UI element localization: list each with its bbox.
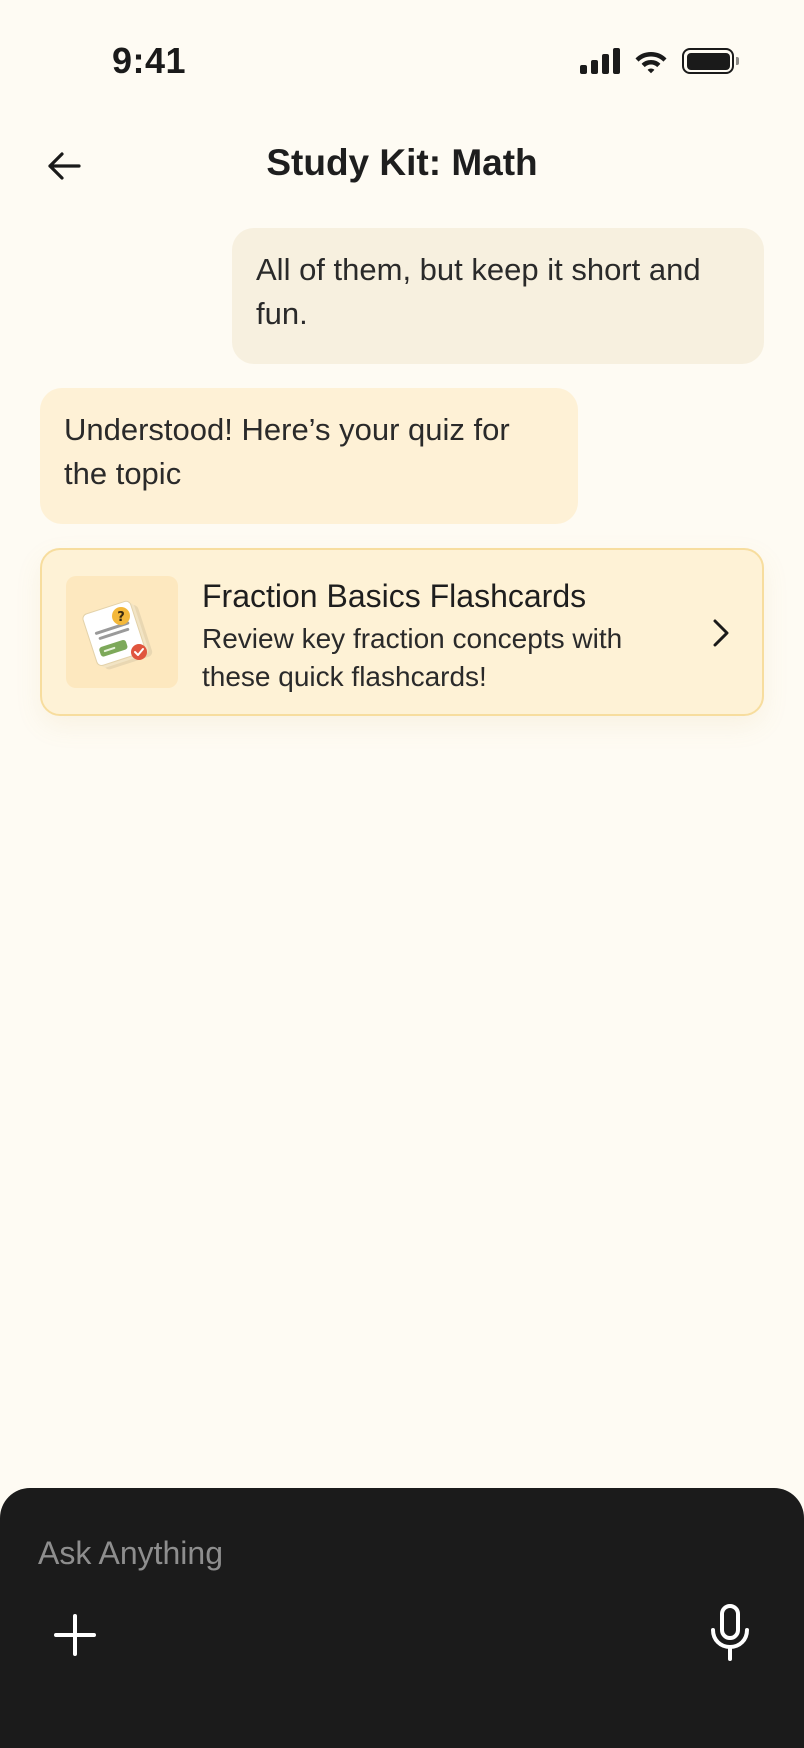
svg-text:?: ? — [117, 610, 125, 625]
flashcard-description: Review key fraction concepts with these … — [202, 623, 623, 692]
voice-input-button[interactable] — [706, 1602, 754, 1664]
status-bar: 9:41 — [0, 0, 804, 100]
status-icons — [580, 48, 739, 74]
flashcards-illustration-icon: ? — [66, 576, 178, 688]
composer-panel — [0, 1488, 804, 1748]
chevron-right-icon — [713, 619, 729, 647]
status-time: 9:41 — [112, 40, 187, 81]
plus-icon — [54, 1614, 96, 1656]
ask-input[interactable] — [38, 1528, 738, 1578]
cellular-signal-icon — [580, 48, 620, 74]
assistant-message-bubble: Understood! Here’s your quiz for the top… — [40, 388, 578, 524]
wifi-icon — [635, 52, 667, 74]
add-attachment-button[interactable] — [50, 1610, 100, 1660]
header: Study Kit: Math — [0, 130, 804, 200]
flashcard-title: Fraction Basics Flashcards — [202, 578, 587, 614]
page-title: Study Kit: Math — [266, 142, 538, 183]
battery-full-icon — [682, 48, 739, 74]
flashcard-set-card[interactable]: ? Fraction Basics Flashcards Review key … — [40, 548, 764, 716]
user-message-bubble: All of them, but keep it short and fun. — [232, 228, 764, 364]
microphone-icon — [711, 1604, 749, 1661]
